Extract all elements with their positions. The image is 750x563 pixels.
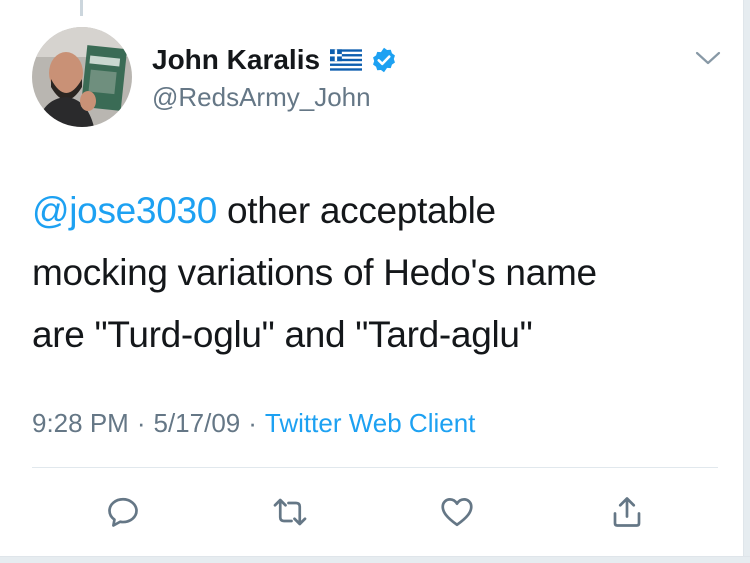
tweet-text: @jose3030 other acceptable mocking varia… [32, 180, 722, 366]
avatar-image [32, 27, 132, 127]
tweet-source-link[interactable]: Twitter Web Client [265, 408, 475, 439]
meta-separator: · [136, 408, 146, 438]
retweet-button[interactable] [270, 492, 310, 532]
author-name[interactable]: John Karalis [152, 44, 320, 76]
tweet-date[interactable]: 5/17/09 [154, 408, 241, 439]
reply-icon [108, 497, 138, 527]
tweet-meta: 9:28 PM · 5/17/09 · Twitter Web Client [32, 408, 475, 439]
greece-flag-icon [330, 49, 363, 71]
action-bar [0, 492, 750, 532]
scrollbar-track [743, 0, 750, 563]
tweet-time[interactable]: 9:28 PM [32, 408, 129, 439]
divider [32, 467, 718, 468]
tweet-line-1: @jose3030 other acceptable [32, 180, 722, 242]
thread-line [80, 0, 83, 16]
like-button[interactable] [437, 492, 477, 532]
tweet-line-1-text: other acceptable [217, 190, 496, 231]
chevron-down-icon[interactable] [694, 48, 722, 68]
meta-separator: · [248, 408, 257, 438]
bottom-border [0, 556, 750, 563]
tweet-line-2: mocking variations of Hedo's name [32, 252, 597, 293]
share-button[interactable] [607, 492, 647, 532]
share-icon [613, 497, 641, 527]
author-handle[interactable]: @RedsArmy_John [152, 82, 371, 113]
tweet-line-3: are "Turd-oglu" and "Tard-aglu" [32, 314, 533, 355]
verified-badge-icon [373, 47, 396, 73]
reply-button[interactable] [103, 492, 143, 532]
heart-icon [441, 498, 473, 527]
mention-link[interactable]: @jose3030 [32, 190, 217, 231]
retweet-icon [273, 498, 307, 526]
avatar[interactable] [32, 27, 132, 127]
author-row: John Karalis [152, 44, 398, 76]
